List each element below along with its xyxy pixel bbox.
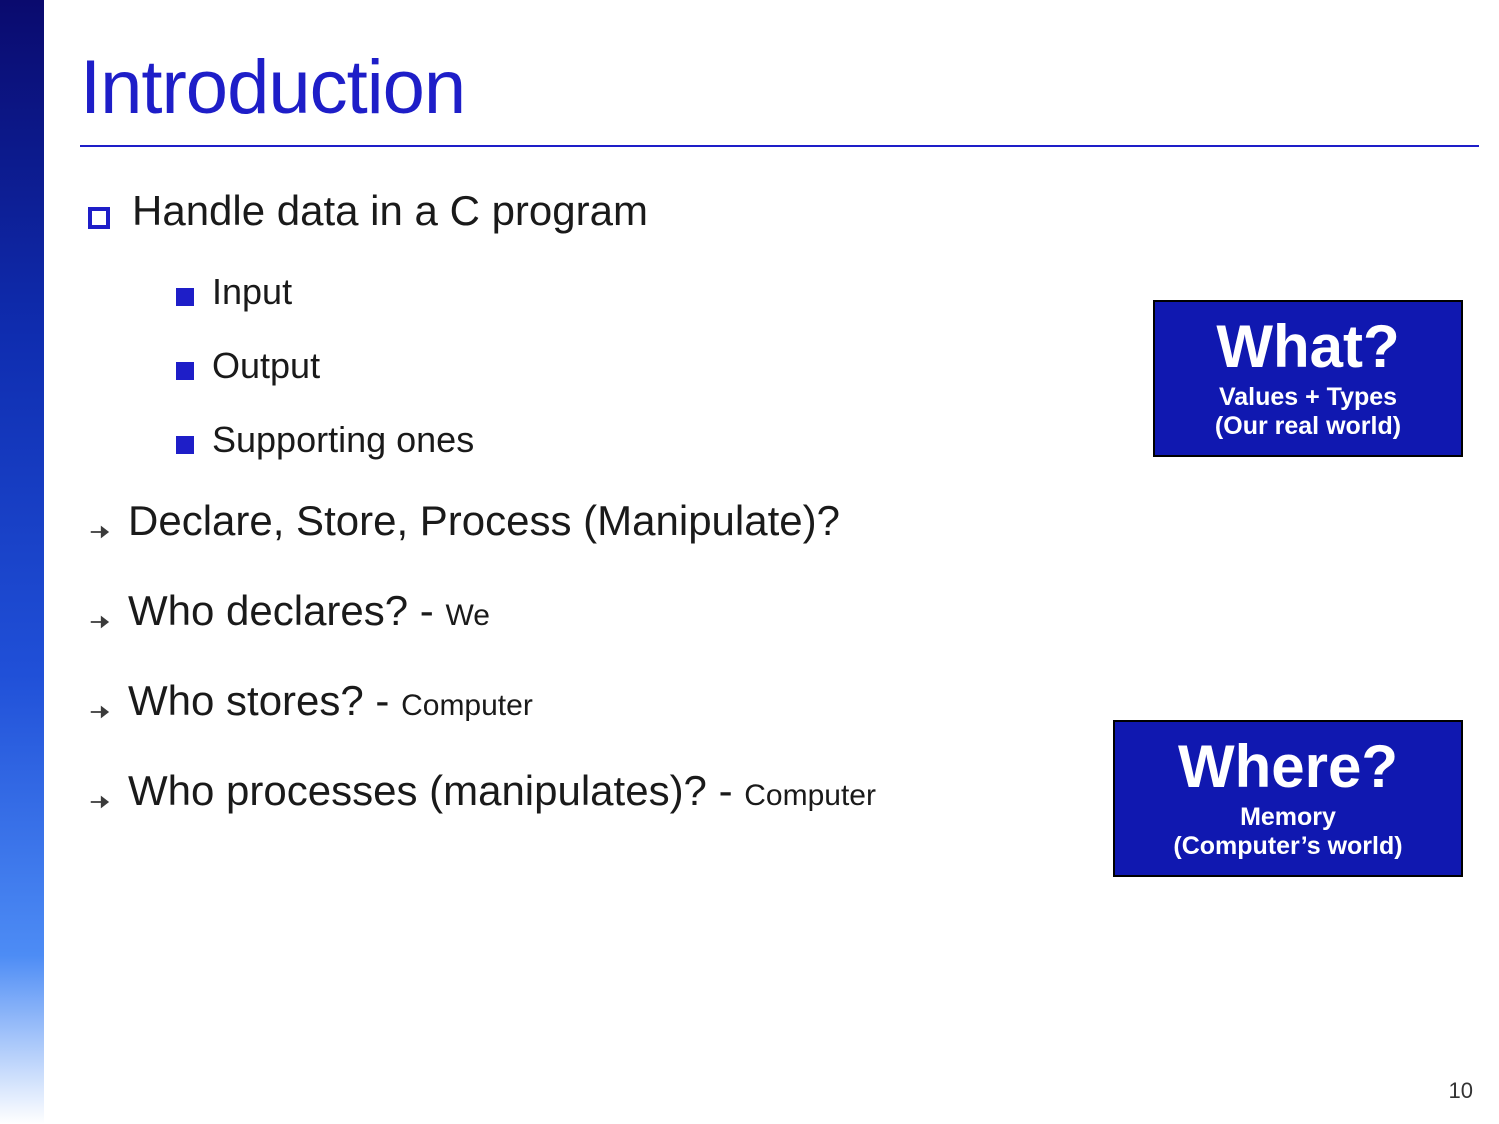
title-underline — [80, 145, 1479, 147]
arrow-item-text: Who stores? - Computer — [128, 677, 533, 725]
arrow-item-text: Who processes (manipulates)? - Computer — [128, 767, 876, 815]
callout-what-box: What? Values + Types (Our real world) — [1153, 300, 1463, 457]
callout-what-title: What? — [1171, 312, 1445, 381]
slide-content: Introduction Handle data in a C program … — [44, 0, 1499, 1124]
arrow-right-icon — [88, 701, 110, 723]
square-filled-bullet-icon — [176, 436, 194, 454]
square-filled-bullet-icon — [176, 362, 194, 380]
square-outline-bullet-icon — [88, 207, 110, 229]
arrow-item-main: Declare, Store, Process (Manipulate)? — [128, 497, 840, 544]
arrow-item-suffix: We — [445, 599, 489, 632]
arrow-item-text: Declare, Store, Process (Manipulate)? — [128, 497, 840, 545]
callout-where-line2: (Computer’s world) — [1131, 832, 1445, 861]
arrow-item-main: Who processes (manipulates)? - — [128, 767, 744, 814]
sub-bullet-text: Input — [212, 271, 292, 313]
arrow-item-main: Who declares? - — [128, 587, 445, 634]
arrow-right-icon — [88, 521, 110, 543]
arrow-bullet-item: Who stores? - Computer — [88, 677, 1479, 725]
callout-where-line1: Memory — [1131, 803, 1445, 832]
arrow-item-text: Who declares? - We — [128, 587, 490, 635]
slide-title: Introduction — [80, 0, 1479, 145]
sub-bullet-text: Supporting ones — [212, 419, 474, 461]
arrow-item-suffix: Computer — [401, 689, 533, 722]
callout-where-title: Where? — [1131, 732, 1445, 801]
callout-where-box: Where? Memory (Computer’s world) — [1113, 720, 1463, 877]
arrow-bullet-item: Who declares? - We — [88, 587, 1479, 635]
main-bullet-text: Handle data in a C program — [132, 187, 648, 235]
callout-what-line1: Values + Types — [1171, 383, 1445, 412]
page-number: 10 — [1449, 1078, 1473, 1104]
arrow-item-main: Who stores? - — [128, 677, 401, 724]
callout-what-line2: (Our real world) — [1171, 412, 1445, 441]
left-accent-bar — [0, 0, 44, 1124]
arrow-right-icon — [88, 791, 110, 813]
arrow-bullet-item: Declare, Store, Process (Manipulate)? — [88, 497, 1479, 545]
square-filled-bullet-icon — [176, 288, 194, 306]
sub-bullet-text: Output — [212, 345, 320, 387]
arrow-item-suffix: Computer — [744, 779, 876, 812]
arrow-right-icon — [88, 611, 110, 633]
main-bullet-row: Handle data in a C program — [80, 187, 1479, 235]
